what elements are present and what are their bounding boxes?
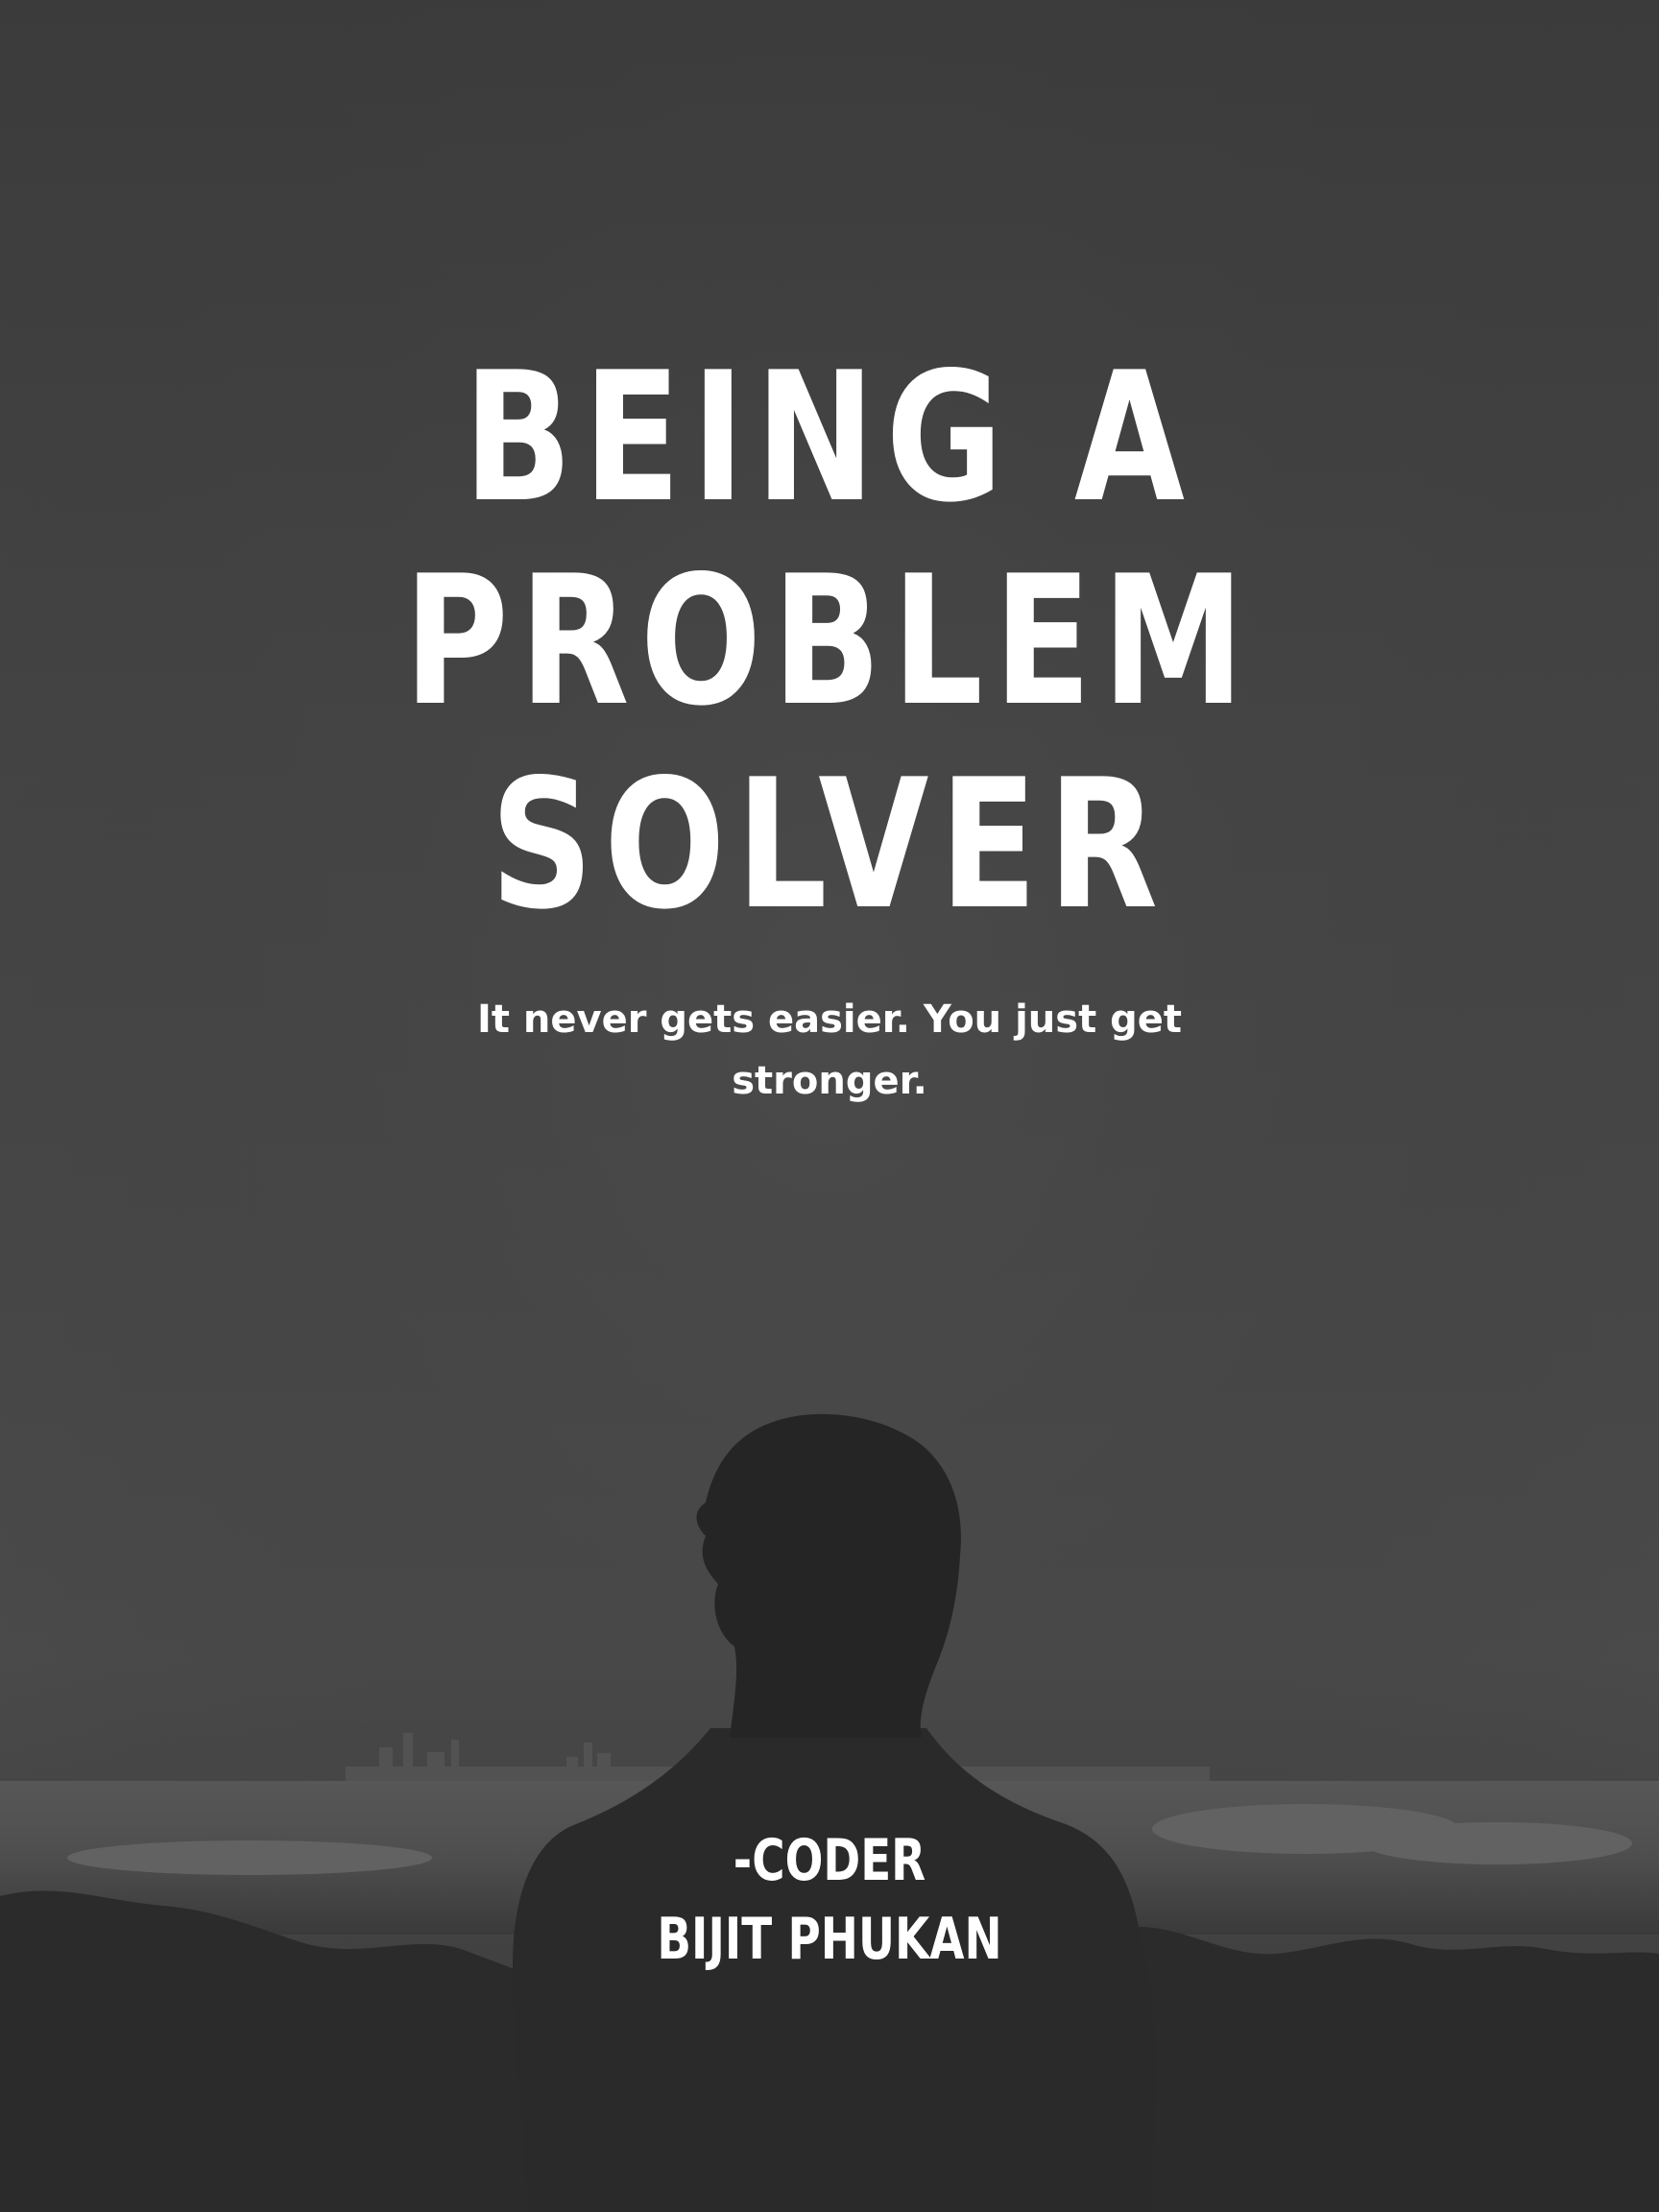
title-line-1: BEING A [463,333,1196,541]
person-silhouette-head [696,1413,961,1738]
credit-role: -CODER [733,1827,926,1894]
title-line-3: SOLVER [490,740,1169,949]
poster-subtitle: It never gets easier. You just get stron… [476,998,1183,1103]
credit-name: BIJIT PHUKAN [657,1906,1002,1973]
poster-title: BEING A PROBLEM SOLVER [166,336,1493,947]
title-line-2: PROBLEM [403,537,1256,745]
poster: BEING A PROBLEM SOLVER It never gets eas… [0,0,1659,2212]
